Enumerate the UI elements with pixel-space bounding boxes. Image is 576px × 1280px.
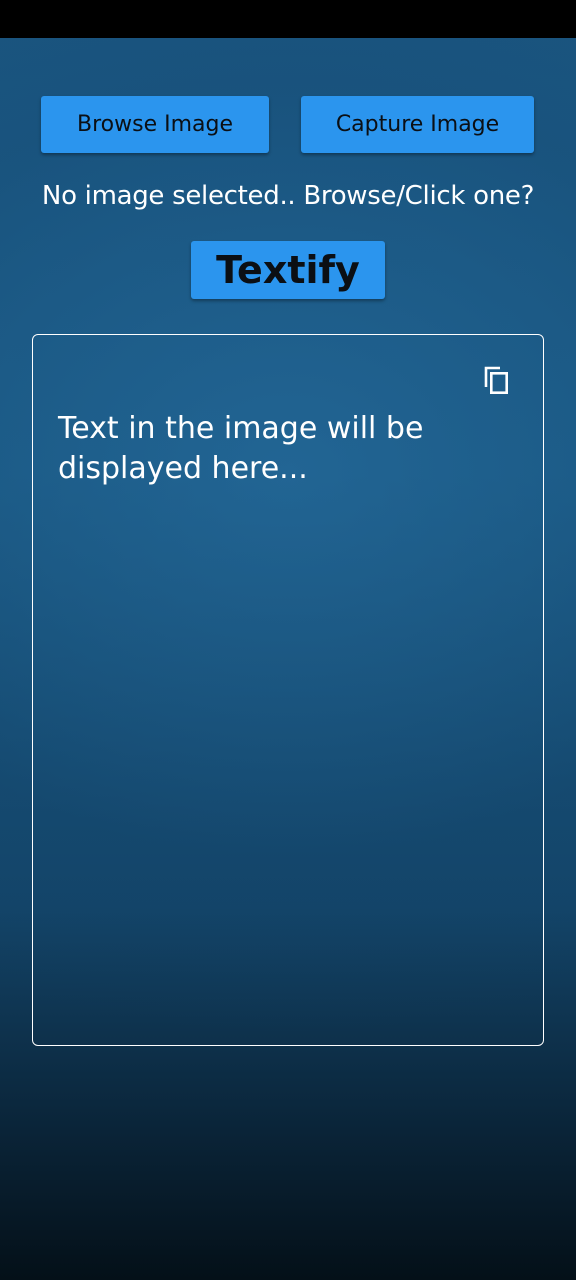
output-text[interactable]: Text in the image will be displayed here… [58, 409, 478, 489]
textify-button[interactable]: Textify [191, 241, 385, 299]
status-bar [0, 0, 576, 38]
capture-image-button[interactable]: Capture Image [301, 96, 534, 153]
output-text-box: Text in the image will be displayed here… [32, 334, 544, 1046]
image-status-text: No image selected.. Browse/Click one? [41, 181, 535, 211]
browse-image-button[interactable]: Browse Image [41, 96, 269, 153]
copy-icon[interactable] [483, 365, 509, 395]
app-screen: Browse Image Capture Image No image sele… [0, 38, 576, 1280]
